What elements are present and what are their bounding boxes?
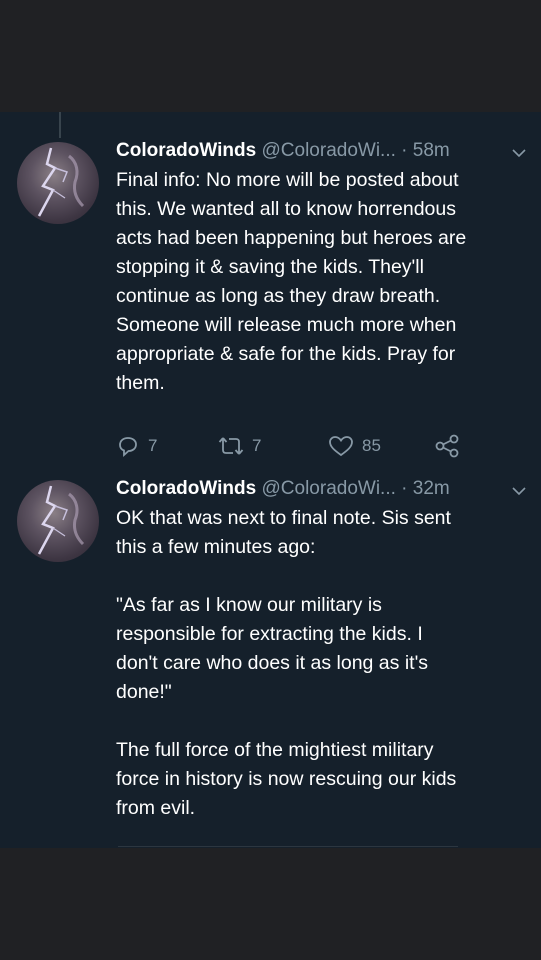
tweet-actions: 7 7 85 [116, 432, 528, 460]
timestamp[interactable]: 58m [413, 140, 450, 161]
display-name[interactable]: ColoradoWinds [116, 478, 256, 499]
like-button[interactable]: 85 [328, 432, 381, 460]
separator-dot: · [401, 478, 408, 499]
reply-button[interactable]: 7 [116, 432, 157, 460]
thread-connector-line [59, 112, 61, 138]
user-handle[interactable]: @ColoradoWi... [262, 478, 396, 499]
retweet-icon [218, 437, 244, 455]
bottom-frame [0, 848, 541, 960]
retweet-button[interactable]: 7 [218, 432, 261, 460]
user-handle[interactable]: @ColoradoWi... [262, 140, 396, 161]
share-icon [435, 434, 459, 458]
like-icon [329, 436, 353, 457]
separator-dot: · [401, 140, 408, 161]
avatar[interactable] [17, 142, 99, 224]
timeline: ColoradoWinds @ColoradoWi... · 58m Final… [0, 112, 541, 848]
avatar[interactable] [17, 480, 99, 562]
retweet-count: 7 [252, 436, 262, 455]
chevron-down-icon[interactable] [511, 483, 527, 499]
divider [118, 846, 458, 847]
tweet-text: OK that was next to final note. Sis sent… [116, 507, 457, 819]
tweet-text: Final info: No more will be posted about… [116, 169, 467, 394]
reply-icon [119, 437, 137, 458]
share-button[interactable] [434, 432, 468, 460]
timestamp[interactable]: 32m [413, 478, 450, 499]
display-name[interactable]: ColoradoWinds [116, 140, 256, 161]
chevron-down-icon[interactable] [511, 145, 527, 161]
like-count: 85 [362, 436, 381, 455]
tweet-header: ColoradoWinds @ColoradoWi... · 32m [116, 476, 528, 502]
reply-count: 7 [148, 436, 158, 455]
tweet-header: ColoradoWinds @ColoradoWi... · 58m [116, 138, 528, 164]
